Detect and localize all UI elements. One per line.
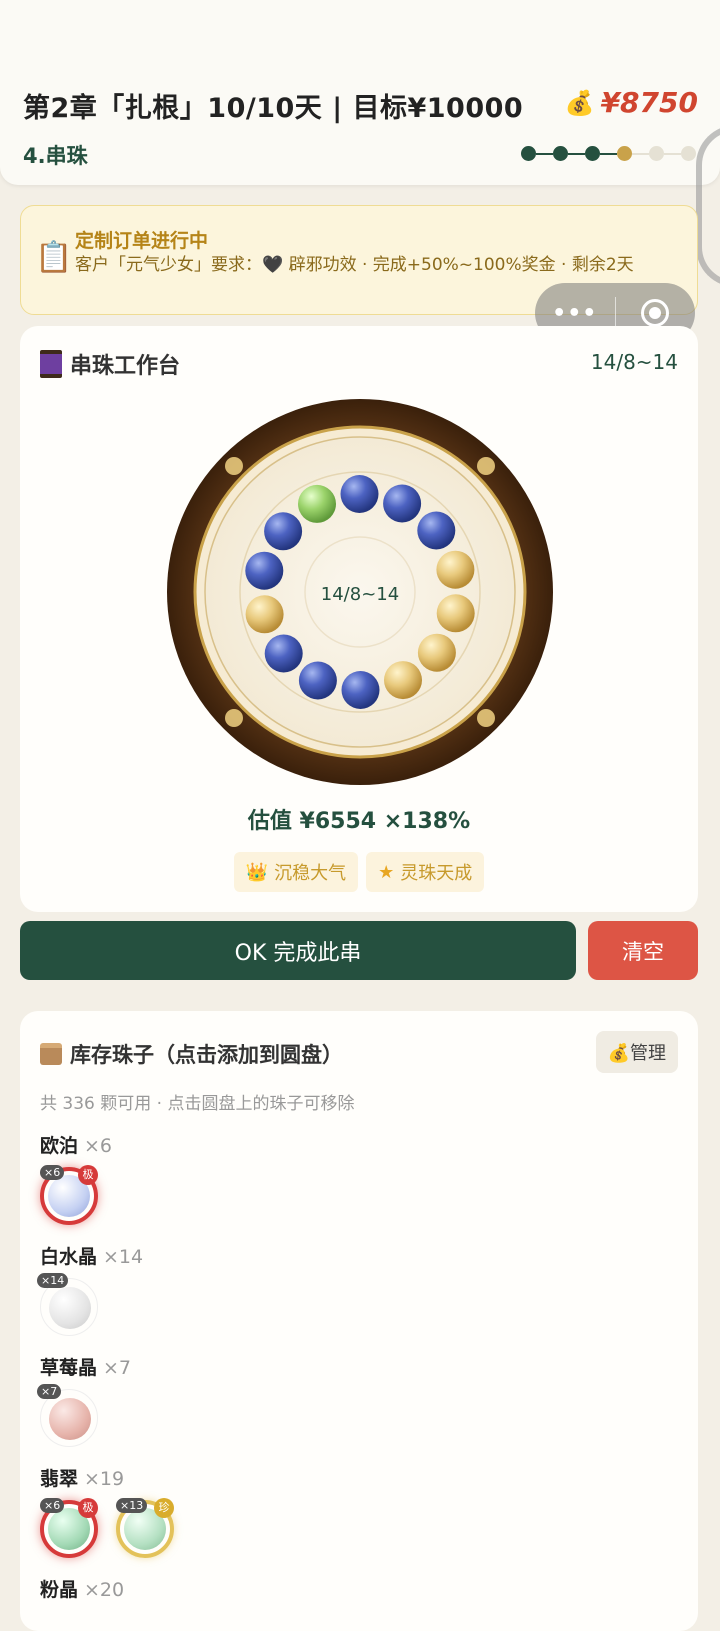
star-icon: ★ [378,861,395,883]
bead-group-label: 白水晶 ×14 [40,1246,144,1268]
tray-stud [225,709,243,727]
tray-bead-blue[interactable] [298,661,337,700]
trait-tag: ★ 灵珠天成 [366,852,485,892]
step-dot-pending [681,146,696,161]
estimate-value: 估值 ¥6554 ×138% [247,809,471,834]
bead-inventory: 库存珠子（点击添加到圆盘） 💰管理 共 336 颗可用 · 点击圆盘上的珠子可移… [20,1011,698,1631]
trait-tags: 👑 沉稳大气 ★ 灵珠天成 [20,852,698,892]
tray-bead-blue[interactable] [264,512,303,551]
tray-bead-gold[interactable] [436,594,475,633]
bead-item-opal[interactable]: ×6 极 [40,1165,98,1225]
money-bag-icon: 💰 [564,88,595,117]
step-dot-done [553,146,568,161]
bead-count: 14/8~14 [590,350,678,374]
money-amount: ¥8750 [600,86,698,119]
tray-stud [477,457,495,475]
inventory-title: 库存珠子（点击添加到圆盘） [70,1043,343,1067]
more-options-icon[interactable]: ••• [535,301,615,326]
current-step: 4.串珠 [23,144,88,168]
crown-icon: 👑 [245,861,269,883]
step-dot-done [521,146,536,161]
order-requirements: 客户「元气少女」要求：🖤 辟邪功效 · 完成+50%~100%奖金 · 剩余2天 [75,255,634,275]
tray-bead-gold[interactable] [245,595,284,634]
complete-string-button[interactable]: OK 完成此串 [20,921,576,980]
close-miniprogram-icon[interactable] [616,299,696,327]
step-progress [521,146,696,161]
manage-button[interactable]: 💰管理 [595,1031,678,1073]
thread-spool-icon [40,350,62,378]
tray-bead-blue[interactable] [245,551,284,590]
bead-group-label: 粉晶 ×20 [40,1579,125,1601]
step-dot-pending [649,146,664,161]
tray-stud [477,709,495,727]
bead-item-clear-quartz[interactable]: ×14 [37,1273,98,1336]
bead-tray[interactable]: 14/8~14 [160,397,560,797]
tray-center-count: 14/8~14 [321,584,399,605]
tray-bead-blue[interactable] [340,475,379,513]
chapter-title: 第2章「扎根」10/10天 | 目标¥10000 [23,93,524,124]
tray-bead-gold[interactable] [436,550,475,589]
bead-item-strawberry-quartz[interactable]: ×7 [37,1384,98,1447]
tray-bead-blue[interactable] [417,511,456,550]
tray-bead-blue[interactable] [383,484,422,523]
workbench-title: 串珠工作台 [70,354,181,379]
bead-group-label: 欧泊 ×6 [40,1135,113,1157]
tray-bead-blue[interactable] [341,671,380,709]
tray-stud [225,457,243,475]
clear-button[interactable]: 清空 [588,921,698,980]
money-display: 💰 ¥8750 [565,86,698,119]
package-icon [40,1043,62,1065]
order-title: 定制订单进行中 [75,230,209,252]
inventory-subtitle: 共 336 颗可用 · 点击圆盘上的珠子可移除 [40,1094,355,1114]
clipboard-icon: 📋 [35,240,73,275]
bead-item-jade-premium[interactable]: ×6 极 [40,1498,98,1558]
bead-group-label: 草莓晶 ×7 [40,1357,132,1379]
bead-group-label: 翡翠 ×19 [40,1468,125,1490]
step-dot-current [617,146,632,161]
tray-bead-blue[interactable] [264,634,303,673]
tray-bead-gold[interactable] [417,633,456,672]
tray-bead-green[interactable] [298,484,336,523]
trait-tag: 👑 沉稳大气 [233,852,359,892]
side-handle[interactable] [696,125,720,287]
tray-bead-gold[interactable] [384,661,422,700]
step-dot-done [585,146,600,161]
bead-item-jade-rare[interactable]: ×13 珍 [116,1498,174,1558]
